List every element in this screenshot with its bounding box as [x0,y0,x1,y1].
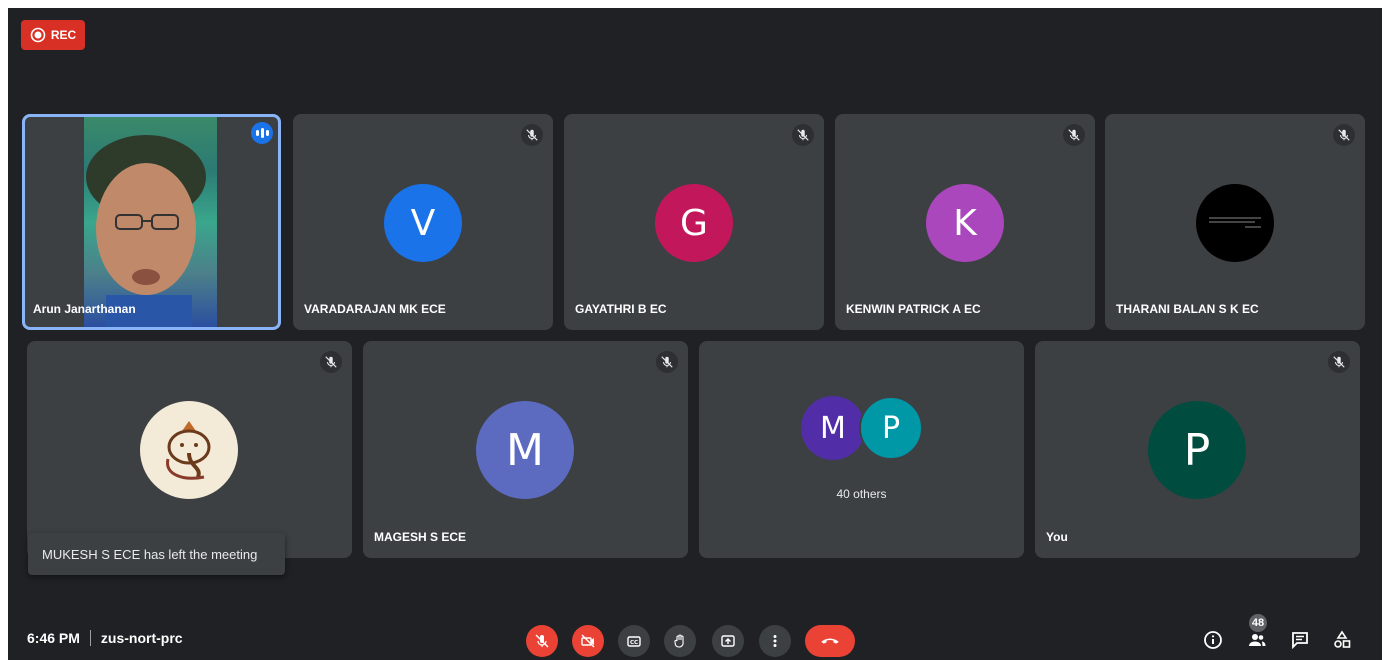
participant-name: You [1046,530,1068,544]
speaking-indicator-icon [251,122,273,144]
ganesha-image [166,421,211,480]
mic-muted-icon [1333,124,1355,146]
camera-off-icon [581,634,595,648]
camera-toggle-button[interactable] [572,625,604,657]
mic-toggle-button[interactable] [526,625,558,657]
left-meeting-notification: MUKESH S ECE has left the meeting [28,533,285,575]
participant-tile-you[interactable]: P You [1035,341,1360,558]
end-call-icon [821,638,839,644]
svg-text:CC: CC [630,640,638,646]
leave-call-button[interactable] [805,625,855,657]
participant-video [84,117,217,327]
participant-tile-kenwin[interactable]: K KENWIN PATRICK A EC [835,114,1095,330]
more-options-button[interactable] [759,625,791,657]
activities-button[interactable] [1330,628,1354,652]
mic-muted-icon [320,351,342,373]
mic-muted-icon [792,124,814,146]
more-options-icon [773,635,777,647]
mic-muted-icon [1063,124,1085,146]
participant-name: KENWIN PATRICK A EC [846,302,981,316]
people-icon [1249,634,1266,646]
chat-button[interactable] [1288,628,1312,652]
info-icon [1204,631,1222,649]
clock: 6:46 PM [27,630,80,646]
recording-label: REC [50,28,77,42]
participant-tile-varadarajan[interactable]: V VARADARAJAN MK ECE [293,114,553,330]
mic-muted-icon [521,124,543,146]
avatar: G [655,184,733,262]
divider [89,630,91,646]
participant-name: Arun Janarthanan [33,302,136,316]
avatar [140,401,238,499]
activities-icon [1334,630,1351,648]
participant-tile-tharani[interactable]: THARANI BALAN S K EC [1105,114,1365,330]
present-icon [721,635,735,647]
raise-hand-icon [674,634,684,648]
raise-hand-button[interactable] [664,625,696,657]
mic-muted-icon [656,351,678,373]
mic-off-icon [535,634,549,648]
avatar: P [1148,401,1246,499]
participant-count-badge: 48 [1249,614,1267,632]
avatar: M [801,396,865,460]
participant-name: GAYATHRI B EC [575,302,667,316]
meeting-code: zus-nort-prc [100,630,183,646]
participant-name: MAGESH S ECE [374,530,467,544]
avatar: P [859,396,923,460]
meeting-stage: REC Arun Janarthanan V VARADARAJAN MK EC… [8,8,1382,660]
meeting-details: 6:46 PM zus-nort-prc [27,630,183,646]
participant-tile-ganesha[interactable] [27,341,352,558]
participant-name: THARANI BALAN S K EC [1116,302,1259,316]
meeting-info-button[interactable] [1201,628,1225,652]
others-count-label: 40 others [836,487,887,501]
participant-tile-gayathri[interactable]: G GAYATHRI B EC [564,114,824,330]
avatar [1196,184,1274,262]
record-icon [30,27,46,43]
captions-icon: CC [627,636,641,647]
avatar-image [1209,217,1261,228]
recording-indicator: REC [21,20,85,50]
present-button[interactable] [712,625,744,657]
avatar: V [384,184,462,262]
avatar: K [926,184,1004,262]
participant-tile-arun[interactable]: Arun Janarthanan [22,114,281,330]
participant-name: VARADARAJAN MK ECE [304,302,446,316]
chat-icon [1292,632,1308,650]
others-tile[interactable]: M P 40 others [699,341,1024,558]
captions-button[interactable]: CC [618,625,650,657]
mic-muted-icon [1328,351,1350,373]
avatar: M [476,401,574,499]
participant-tile-magesh[interactable]: M MAGESH S ECE [363,341,688,558]
